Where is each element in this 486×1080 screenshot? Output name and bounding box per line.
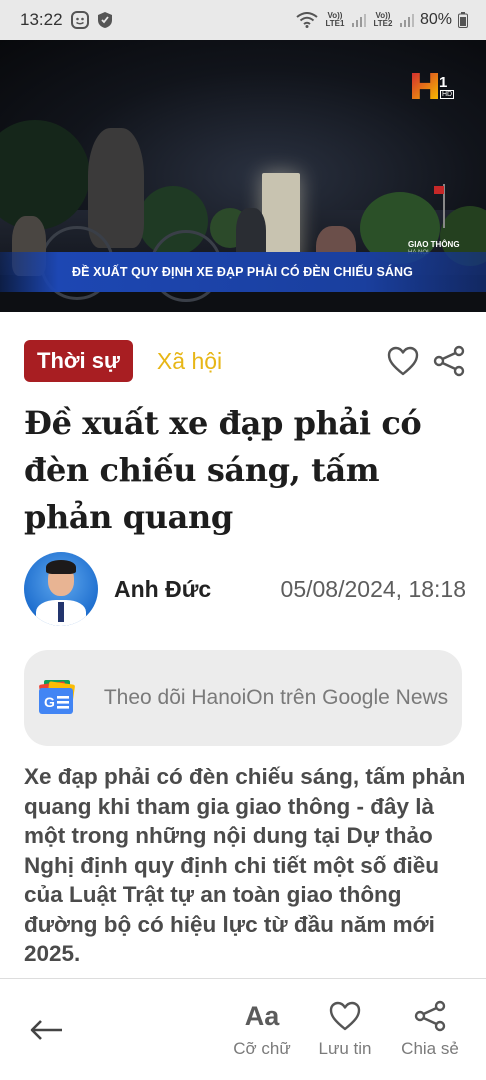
avatar-hair: [46, 560, 76, 574]
signal-icon: [399, 13, 414, 27]
category-row: Thời sự Xã hội: [24, 340, 466, 382]
heart-icon[interactable]: [386, 344, 420, 378]
google-news-follow-button[interactable]: G Theo dõi HanoiOn trên Google News: [24, 650, 462, 746]
save-label: Lưu tin: [318, 1039, 372, 1058]
status-bar: 13:22 Vo)) LTE1 Vo)) LTE2 80%: [0, 0, 486, 40]
google-news-icon: G: [38, 680, 76, 716]
messenger-notification-icon: [70, 11, 89, 29]
battery-percent: 80%: [419, 11, 452, 28]
status-right: Vo)) LTE1 Vo)) LTE2 80%: [296, 11, 468, 29]
avatar-tie: [58, 602, 64, 622]
sim2-indicator: Vo)) LTE2: [373, 11, 393, 28]
svg-text:G: G: [44, 694, 55, 710]
signal-icon: [351, 13, 366, 27]
hero-image[interactable]: H1 1 HD GIAO THÔNG HÀ NỘI ĐỀ XUẤT QUY ĐỊ…: [0, 40, 486, 312]
share-label: Chia sẻ: [401, 1039, 459, 1058]
channel-digit: 1: [439, 74, 448, 91]
bottom-toolbar: Aa Cỡ chữ Lưu tin Chia sẻ: [0, 978, 486, 1080]
avatar[interactable]: [24, 552, 98, 626]
font-size-button[interactable]: Aa Cỡ chữ: [222, 999, 302, 1059]
author-name[interactable]: Anh Đức: [114, 576, 211, 603]
follow-text: Theo dõi HanoiOn trên Google News: [103, 686, 449, 709]
battery-icon: [458, 12, 468, 28]
h1-logo-mark: [412, 73, 438, 99]
channel-hd: HD: [440, 90, 455, 99]
font-size-icon: Aa: [244, 1001, 280, 1031]
sim1-indicator: Vo)) LTE1: [325, 11, 345, 28]
article-lead: Xe đạp phải có đèn chiếu sáng, tấm phản …: [24, 764, 466, 966]
category-secondary-link[interactable]: Xã hội: [157, 348, 222, 375]
heart-icon: [328, 999, 362, 1033]
status-time: 13:22: [20, 10, 63, 29]
category-primary-badge[interactable]: Thời sự: [24, 340, 133, 382]
back-arrow-icon[interactable]: [28, 1013, 68, 1047]
article-title: Đề xuất xe đạp phải có đèn chiếu sáng, t…: [24, 404, 422, 536]
font-size-label: Cỡ chữ: [233, 1039, 291, 1058]
author-row: Anh Đức 05/08/2024, 18:18: [24, 552, 466, 626]
wifi-icon: [296, 12, 318, 28]
share-icon: [413, 999, 447, 1033]
flag-shape: [434, 186, 444, 194]
status-left: 13:22: [20, 10, 113, 30]
shield-icon: [97, 11, 113, 29]
channel-logo: H1 1 HD: [412, 60, 455, 99]
cyclist-shape: [88, 128, 144, 248]
save-button[interactable]: Lưu tin: [305, 999, 385, 1059]
share-icon[interactable]: [432, 344, 466, 378]
article-actions: [386, 344, 466, 378]
publish-date: 05/08/2024, 18:18: [280, 575, 466, 602]
lower-third-text: ĐỀ XUẤT QUY ĐỊNH XE ĐẠP PHẢI CÓ ĐÈN CHIẾ…: [72, 265, 413, 279]
program-tag-title: GIAO THÔNG: [408, 240, 460, 249]
share-button[interactable]: Chia sẻ: [390, 999, 470, 1059]
lower-third-banner: ĐỀ XUẤT QUY ĐỊNH XE ĐẠP PHẢI CÓ ĐÈN CHIẾ…: [0, 252, 486, 292]
